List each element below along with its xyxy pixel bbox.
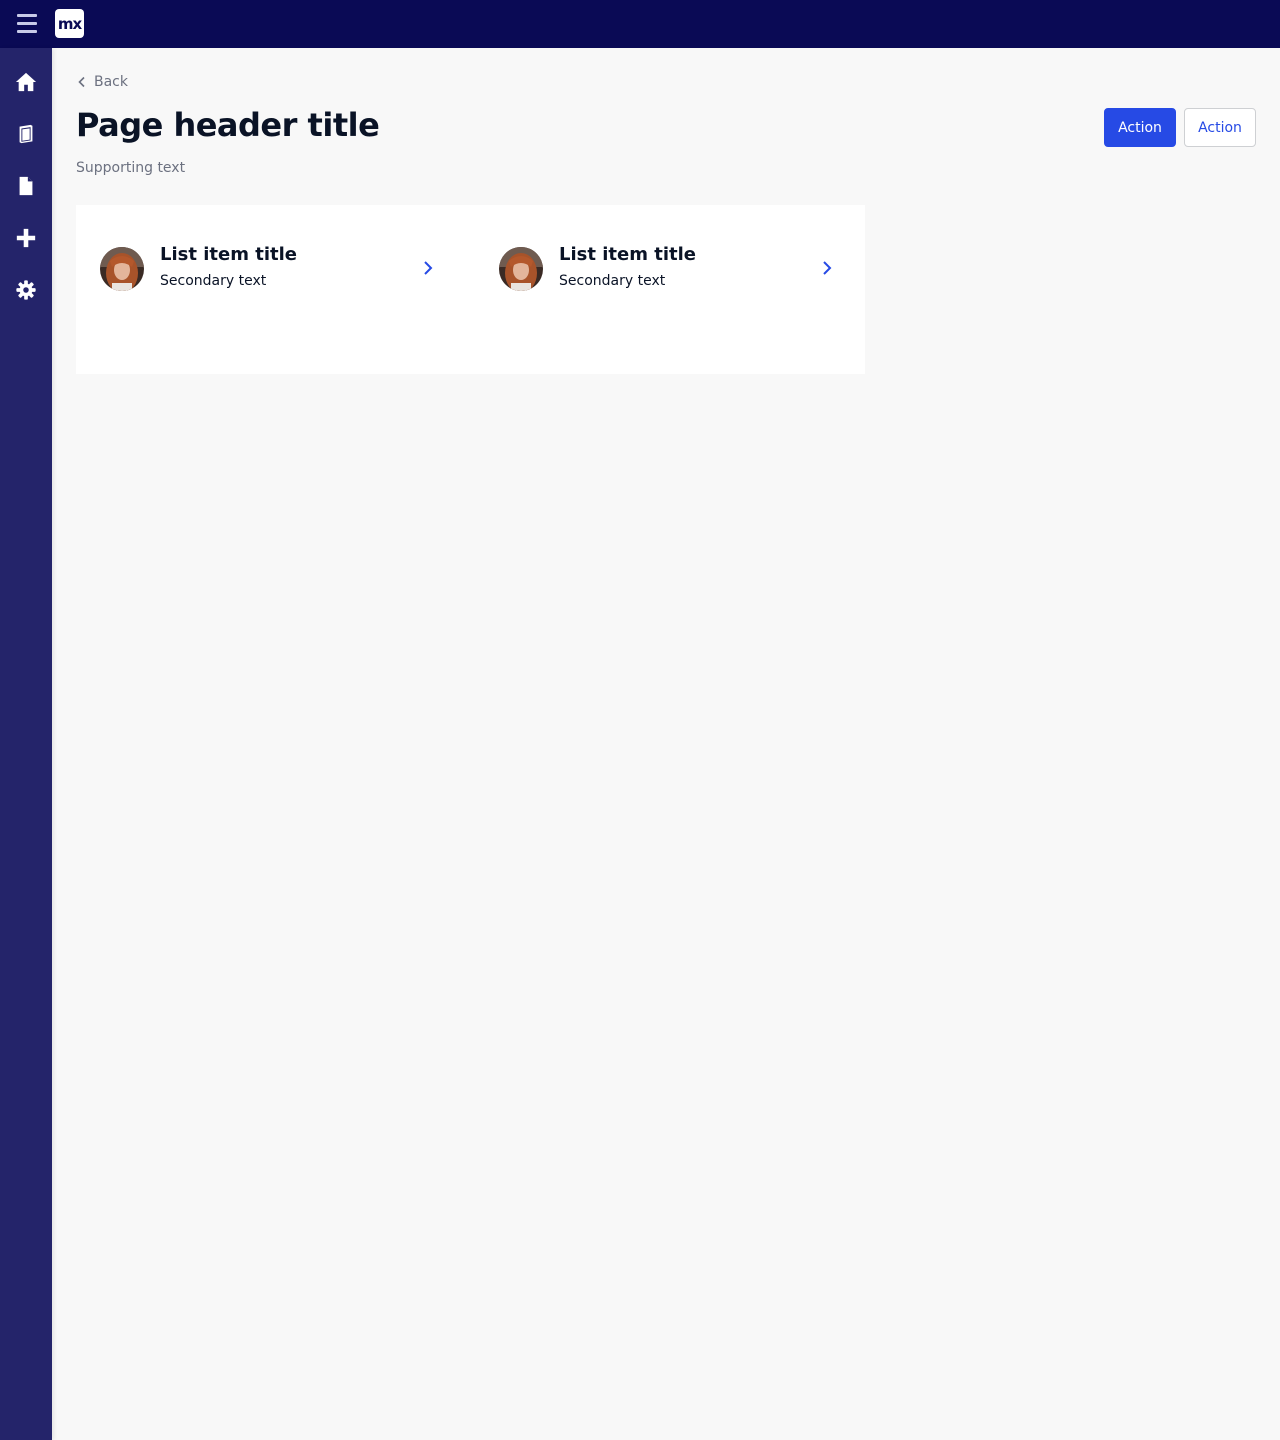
primary-action-button[interactable]: Action (1104, 108, 1176, 147)
app-logo[interactable]: mx (55, 9, 84, 38)
page-title: Page header title (76, 106, 380, 144)
gear-icon (16, 280, 36, 300)
sidebar-item-document[interactable] (0, 164, 52, 208)
sidebar-item-add[interactable] (0, 216, 52, 260)
list-card: List item title Secondary text List item… (76, 205, 865, 374)
list-item-secondary-text: Secondary text (160, 273, 267, 289)
list-item-title: List item title (559, 244, 696, 265)
list-item[interactable]: List item title Secondary text (100, 229, 460, 307)
back-label: Back (94, 74, 128, 90)
supporting-text: Supporting text (76, 160, 186, 176)
plus-icon (16, 228, 36, 248)
list-item-secondary-text: Secondary text (559, 273, 666, 289)
home-icon (15, 72, 37, 92)
avatar (499, 247, 543, 291)
avatar (100, 247, 144, 291)
top-bar: mx (0, 0, 1280, 48)
list-item[interactable]: List item title Secondary text (499, 229, 859, 307)
sidebar-item-book[interactable] (0, 112, 52, 156)
hamburger-icon[interactable] (14, 12, 40, 36)
file-icon (19, 176, 33, 196)
secondary-action-button[interactable]: Action (1184, 108, 1256, 147)
sidebar-item-home[interactable] (0, 60, 52, 104)
chevron-left-icon (78, 76, 85, 88)
book-icon (19, 124, 33, 144)
sidebar-item-settings[interactable] (0, 268, 52, 312)
chevron-right-icon[interactable] (420, 259, 436, 277)
main-content: Back Page header title Supporting text A… (52, 48, 1280, 1440)
sidebar (0, 48, 52, 1440)
back-link[interactable]: Back (76, 72, 128, 92)
list-item-title: List item title (160, 244, 297, 265)
chevron-right-icon[interactable] (819, 259, 835, 277)
